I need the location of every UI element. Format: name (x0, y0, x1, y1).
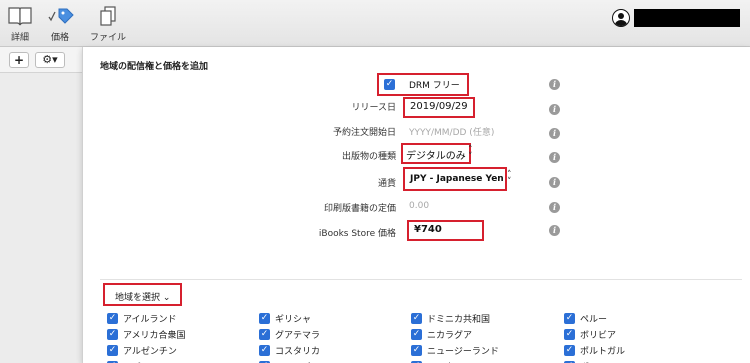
account-area[interactable] (612, 8, 740, 28)
print-price-input[interactable]: 0.00 (409, 201, 429, 211)
print-price-label: 印刷版書籍の定価 (323, 204, 396, 214)
info-icon[interactable]: i (549, 104, 560, 115)
files-tab[interactable]: ファイル (88, 5, 128, 43)
checkbox[interactable]: ✓ (411, 328, 422, 340)
checkbox[interactable]: ✓ (259, 344, 270, 356)
info-icon[interactable]: i (549, 177, 560, 188)
country-label: ペルー (580, 314, 608, 325)
updown-arrow-icon: ˄ ˅ (507, 170, 512, 187)
checkbox[interactable]: ✓ (564, 328, 575, 340)
country-label: アメリカ合衆国 (123, 330, 186, 341)
ibooks-price-input[interactable]: ¥740 (414, 224, 442, 235)
price-tag-icon (48, 8, 74, 24)
country-label: アイルランド (123, 314, 177, 325)
country-label: グアテマラ (275, 330, 321, 341)
country-label: ボリビア (580, 330, 617, 341)
territory-rights-sheet: 地域の配信権と価格を追加 ✓ DRM フリー i リリース日 2019/09/2… (82, 47, 750, 363)
region-select-button[interactable]: 地域を選択 ⌄ (103, 283, 182, 306)
publication-type-select[interactable]: デジタルのみ (406, 147, 466, 162)
checkbox[interactable]: ✓ (411, 344, 422, 356)
sheet-title: 地域の配信権と価格を追加 (100, 62, 209, 72)
files-label: ファイル (89, 33, 126, 43)
country-label: ノルウェー (427, 360, 472, 363)
book-icon (8, 7, 32, 26)
country-label: アルゼンチン (123, 346, 177, 357)
preorder-input[interactable]: YYYY/MM/DD (任意) (409, 125, 494, 138)
checkbox[interactable]: ✓ (107, 328, 118, 340)
country-label: ポーランド (580, 360, 625, 363)
checkbox[interactable]: ✓ (259, 312, 270, 324)
country-checkbox-item[interactable]: ✓ アルゼンチン (107, 343, 177, 357)
checkbox[interactable]: ✓ (259, 328, 270, 340)
release-date-label: リリース日 (351, 103, 396, 113)
country-checkbox-item[interactable]: ✓ アイルランド (107, 311, 177, 325)
info-icon[interactable]: i (549, 225, 560, 236)
country-label: ポルトガル (580, 346, 626, 357)
checkbox[interactable]: ✓ (411, 312, 422, 324)
country-checkbox-item[interactable]: ✓ コスタリカ (259, 343, 320, 357)
country-label: ニュージーランド (427, 346, 499, 357)
info-icon[interactable]: i (549, 152, 560, 163)
drm-free-checkbox[interactable]: ✓ (384, 79, 395, 90)
country-checkbox-item[interactable]: ✓ アメリカ合衆国 (107, 327, 186, 341)
updown-arrow-icon: ˄ ˅ (468, 145, 473, 162)
preorder-label: 予約注文開始日 (332, 128, 396, 138)
country-label: コロンビア (275, 360, 320, 363)
country-label: ニカラグア (427, 330, 473, 341)
country-label: ギリシャ (275, 314, 312, 325)
avatar-icon[interactable] (612, 9, 630, 27)
country-label: コスタリカ (275, 346, 321, 357)
price-tab[interactable]: 価格 (40, 5, 80, 43)
toolbar: 詳細 価格 ファイル (0, 0, 750, 47)
checkbox[interactable]: ✓ (564, 312, 575, 324)
account-name-redacted (634, 9, 740, 27)
region-select-label: 地域を選択 ⌄ (115, 293, 171, 303)
checkbox[interactable]: ✓ (107, 344, 118, 356)
info-icon[interactable]: i (549, 202, 560, 213)
currency-label: 通貨 (377, 179, 396, 189)
currency-select[interactable]: JPY - Japanese Yen (410, 174, 504, 184)
details-label: 詳細 (10, 33, 29, 43)
price-label: 価格 (50, 33, 69, 43)
add-button[interactable]: + (9, 52, 29, 68)
release-date-input[interactable]: 2019/09/29 (410, 101, 468, 112)
country-label: イギリス (123, 360, 159, 363)
ibooks-price-label: iBooks Store 価格 (318, 229, 396, 239)
country-checkbox-item[interactable]: ✓ ニュージーランド (411, 343, 499, 357)
country-checkbox-item[interactable]: ✓ ポルトガル (564, 343, 625, 357)
country-checkbox-item[interactable]: ✓ ニカラグア (411, 327, 472, 341)
checkbox[interactable]: ✓ (107, 312, 118, 324)
country-checkbox-item[interactable]: ✓ ボリビア (564, 327, 616, 341)
gear-menu-button[interactable]: ⚙▾ (35, 52, 65, 68)
country-checkbox-item[interactable]: ✓ ドミニカ共和国 (411, 311, 490, 325)
info-icon[interactable]: i (549, 79, 560, 90)
files-icon (100, 6, 116, 26)
publication-type-label: 出版物の種類 (341, 152, 396, 162)
country-checkbox-item[interactable]: ✓ポーランド (564, 359, 625, 363)
drm-free-label: DRM フリー (409, 81, 460, 91)
checkbox[interactable]: ✓ (564, 344, 575, 356)
country-checkbox-item[interactable]: ✓ ギリシャ (259, 311, 311, 325)
divider (100, 279, 742, 280)
country-label: ドミニカ共和国 (427, 314, 491, 325)
country-checkbox-item[interactable]: ✓ノルウェー (411, 359, 472, 363)
country-checkbox-item[interactable]: ✓イギリス (107, 359, 159, 363)
info-icon[interactable]: i (549, 128, 560, 139)
country-checkbox-item[interactable]: ✓コロンビア (259, 359, 320, 363)
country-checkbox-item[interactable]: ✓ ペルー (564, 311, 607, 325)
details-tab[interactable]: 詳細 (0, 5, 40, 43)
country-checkbox-item[interactable]: ✓ グアテマラ (259, 327, 320, 341)
